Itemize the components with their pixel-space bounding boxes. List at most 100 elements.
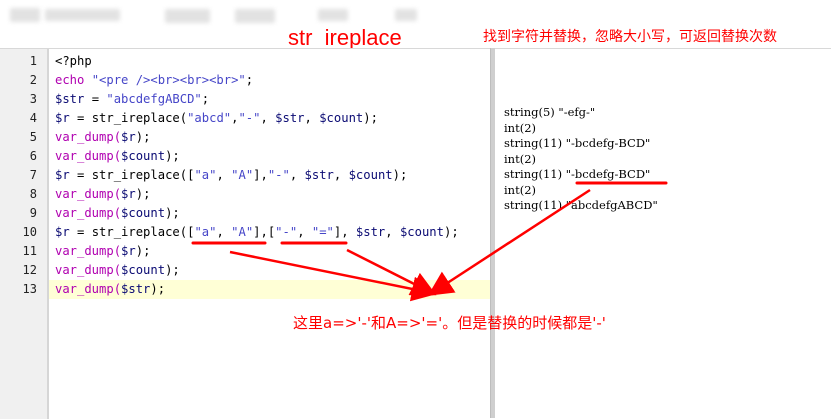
code-token: = str_ireplace([	[69, 225, 195, 239]
code-line: var_dump($str);	[55, 280, 165, 299]
code-token: );	[165, 206, 180, 220]
code-token: );	[150, 282, 166, 296]
code-token: );	[165, 149, 180, 163]
output-line: string(11) "-bcdefg-BCD"	[504, 136, 651, 150]
code-token: "-"	[275, 225, 298, 239]
code-editor[interactable]: 1 2 3 4 5 6 7 8 9 10 11 12 13 <?php echo "<pre /><br>…	[0, 48, 490, 419]
code-token: echo	[55, 73, 92, 87]
code-token: ;	[245, 73, 254, 87]
code-token: = str_ireplace(	[69, 111, 188, 125]
line-number: 7	[29, 168, 37, 182]
line-number: 6	[29, 149, 37, 163]
code-token: $str	[355, 225, 386, 239]
line-number: 11	[22, 244, 37, 258]
code-token: ],	[333, 225, 356, 239]
code-token: ,	[216, 168, 232, 182]
code-token: $count	[121, 149, 166, 163]
code-token: <?php	[55, 54, 92, 68]
code-token: $str	[275, 111, 305, 125]
code-line: var_dump($r);	[55, 242, 150, 261]
line-number: 5	[29, 130, 37, 144]
code-token: $r	[55, 225, 70, 239]
code-token: $count	[319, 111, 364, 125]
code-line: var_dump($count);	[55, 204, 180, 223]
line-number: 4	[29, 111, 37, 125]
output-line: string(11) "-bcdefg-BCD"	[504, 167, 651, 181]
code-line: var_dump($count);	[55, 147, 180, 166]
code-token: $r	[55, 168, 70, 182]
code-token: $str	[55, 92, 85, 106]
code-token: "A"	[231, 168, 254, 182]
code-token: "A"	[231, 225, 254, 239]
annotation-note: 这里a=>'-'和A=>'='。但是替换的时候都是'-'	[293, 314, 606, 332]
output-line: string(11) "abcdefgABCD"	[504, 198, 658, 212]
code-token: =	[84, 92, 107, 106]
code-line: <?php	[55, 52, 92, 71]
code-token: "-"	[238, 111, 261, 125]
code-token: var_dump(	[55, 244, 122, 258]
code-token: ,	[260, 111, 276, 125]
line-number: 2	[29, 73, 37, 87]
code-token: $r	[121, 244, 136, 258]
code-token: $count	[121, 206, 166, 220]
code-token: );	[363, 111, 378, 125]
blurred-tab	[395, 9, 417, 21]
description-note: 找到字符并替换，忽略大小写，可返回替换次数	[483, 29, 777, 45]
code-line: echo "<pre /><br><br><br>";	[55, 71, 253, 90]
code-token: ],[	[253, 225, 276, 239]
code-line: var_dump($r);	[55, 185, 150, 204]
code-line: $str = "abcdefgABCD";	[55, 90, 209, 109]
blurred-tab	[235, 9, 275, 23]
code-token: "abcd"	[187, 111, 232, 125]
output-line: string(5) "-efg-"	[504, 105, 596, 119]
code-line: $r = str_ireplace(["a", "A"],["-", "="],…	[55, 223, 459, 242]
code-token: "="	[311, 225, 334, 239]
code-token: var_dump(	[55, 187, 122, 201]
code-token: "-"	[267, 168, 290, 182]
code-token: $count	[348, 168, 393, 182]
code-token: ;	[201, 92, 210, 106]
code-token: ,	[297, 225, 312, 239]
code-token: "a"	[194, 168, 217, 182]
code-token: $count	[399, 225, 444, 239]
code-token: );	[443, 225, 459, 239]
code-line: $r = str_ireplace("abcd","-", $str, $cou…	[55, 109, 378, 128]
line-number: 12	[22, 263, 37, 277]
code-line: var_dump($count);	[55, 261, 180, 280]
code-token: ,	[216, 225, 232, 239]
code-token: $r	[55, 111, 70, 125]
blurred-tab	[10, 8, 40, 22]
code-token: ,	[289, 168, 305, 182]
code-token: ,	[385, 225, 400, 239]
blurred-tab	[165, 9, 210, 23]
blurred-tab	[318, 9, 348, 21]
code-token: $r	[121, 187, 136, 201]
code-token: );	[135, 130, 151, 144]
code-token: );	[135, 244, 151, 258]
output-line: int(2)	[504, 182, 536, 197]
code-token: var_dump(	[55, 206, 122, 220]
code-token: );	[135, 187, 151, 201]
code-token: "a"	[194, 225, 217, 239]
output-line: int(2)	[504, 151, 536, 166]
code-token: var_dump(	[55, 130, 122, 144]
code-token: );	[165, 263, 180, 277]
code-token: var_dump(	[55, 282, 122, 296]
line-number: 3	[29, 92, 37, 106]
page-title: str_ireplace	[288, 25, 402, 50]
code-token: "abcdefgABCD"	[106, 92, 202, 106]
code-line: $r = str_ireplace(["a", "A"],"-", $str, …	[55, 166, 407, 185]
code-token: ,	[333, 168, 349, 182]
line-number: 1	[29, 54, 37, 68]
line-number: 9	[29, 206, 37, 220]
code-line: var_dump($r);	[55, 128, 150, 147]
code-token: $str	[304, 168, 334, 182]
code-token: $r	[121, 130, 136, 144]
line-number: 8	[29, 187, 37, 201]
code-token: var_dump(	[55, 149, 122, 163]
blurred-tab	[45, 9, 120, 21]
code-token: ,	[304, 111, 320, 125]
line-number: 13	[22, 282, 37, 296]
output-line: int(2)	[504, 120, 536, 135]
line-number: 10	[22, 225, 37, 239]
